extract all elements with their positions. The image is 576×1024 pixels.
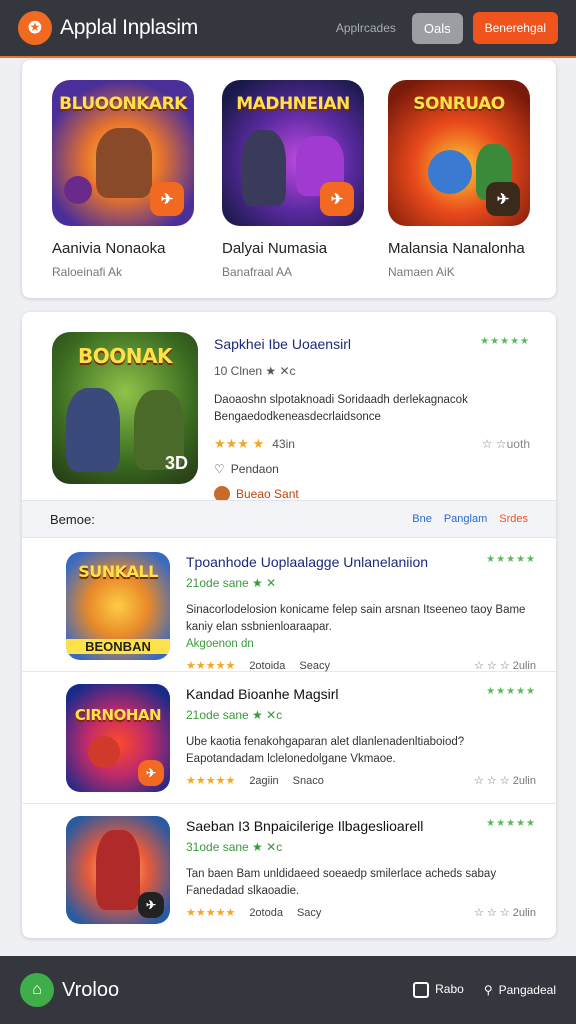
row-meta: 21ode sane ★ ✕c <box>186 708 283 722</box>
section-link-3[interactable]: Srdes <box>499 513 528 525</box>
spotlight-rating-stars: ★★★★★ <box>480 336 530 347</box>
row-right[interactable]: ☆ ☆ ☆ 2ulin <box>474 659 536 672</box>
app-tile-image[interactable]: MADHNEIAN ✈ <box>222 80 364 226</box>
spotlight-tile-image[interactable]: BOONAK 3D <box>52 332 198 484</box>
list-item[interactable]: SUNKALL BEONBAN Tpoanhode Uoplaalagge Un… <box>22 540 556 672</box>
tile-title: MADHNEIAN <box>236 94 350 114</box>
footer-title: Vroloo <box>62 978 120 1001</box>
footer-link-1[interactable]: Rabo <box>413 982 464 998</box>
spotlight-meta: 10 Clnen ★ ✕c <box>214 364 296 378</box>
hero-figure <box>88 736 120 768</box>
app-list-card: BOONAK 3D Sapkhei Ibe Uoaensirl ★★★★★ 10… <box>22 312 556 938</box>
featured-app-sub: Raloeinafi Ak <box>52 265 123 279</box>
tile-bottom-label: BEONBAN <box>66 639 170 654</box>
row-meta: 21ode sane ★ ✕ <box>186 576 277 590</box>
spotlight-author[interactable]: Bueao Sant <box>236 487 299 501</box>
hero-figure <box>96 830 140 910</box>
hero-figure <box>66 388 120 472</box>
row-count: 2otoda <box>249 906 283 919</box>
featured-app[interactable]: BLUOONKARK ✈ Aanivia Nonaoka Raloeinafi … <box>52 80 202 279</box>
bottom-bar: ⌂ Vroloo Rabo ⚲ Pangadeal <box>0 956 576 1024</box>
hero-figure <box>428 150 472 194</box>
row-description: Tan baen Bam unldidaeed soeaedp smilerla… <box>186 868 497 897</box>
app-tile-image[interactable]: CIRNOHAN ✈ <box>66 684 170 792</box>
section-header: Bemoe: Bne Panglam Srdes <box>22 500 556 538</box>
row-rating: ★★★★★ <box>186 660 236 672</box>
hero-figure <box>242 130 286 206</box>
tile-title: CIRNOHAN <box>74 706 162 724</box>
row-right[interactable]: ☆ ☆ ☆ 2ulin <box>474 906 536 919</box>
spotlight-comment-label[interactable]: Pendaon <box>231 462 279 476</box>
list-item[interactable]: ✈ Saeban I3 Bnpaicilerige Ilbageslioarel… <box>22 804 556 936</box>
search-icon: ⚲ <box>483 983 493 997</box>
row-description: Ube kaotia fenakohgaparan alet dlanlenad… <box>186 736 465 765</box>
row-title[interactable]: Tpoanhode Uoplaalagge Unlanelaniion <box>186 554 428 570</box>
featured-card: BLUOONKARK ✈ Aanivia Nonaoka Raloeinafi … <box>22 60 556 298</box>
app-badge-icon: ✈ <box>138 760 164 786</box>
row-stars: ★★★★★ <box>486 686 536 697</box>
row-tag: Akgoenon dn <box>186 638 254 650</box>
heart-icon[interactable]: ♡ <box>214 462 225 476</box>
tile-title: SONRUAO <box>413 94 505 114</box>
row-extra: Sacy <box>296 906 322 919</box>
app-title: Applal Inplasim <box>60 16 198 39</box>
spotlight-user-rating: ★★★ ★ <box>214 436 265 451</box>
spotlight-title[interactable]: Sapkhei Ibe Uoaensirl <box>214 336 351 352</box>
row-stars: ★★★★★ <box>486 554 536 565</box>
app-tile-image[interactable]: ✈ <box>66 816 170 924</box>
home-icon[interactable]: ⌂ <box>20 973 54 1007</box>
header-actions: Applrcades Oals Benerehgal <box>336 12 558 44</box>
hero-figure <box>64 176 92 204</box>
section-link-2[interactable]: Panglam <box>444 513 487 525</box>
top-bar: ✪ Applal Inplasim Applrcades Oals Benere… <box>0 0 576 58</box>
row-info: Saeban I3 Bnpaicilerige Ilbageslioarell … <box>186 818 536 919</box>
header-cta-button[interactable]: Benerehgal <box>472 12 558 44</box>
app-tile-image[interactable]: SUNKALL BEONBAN <box>66 552 170 660</box>
row-info: Tpoanhode Uoplaalagge Unlanelaniion ★★★★… <box>186 554 536 672</box>
row-meta: 31ode sane ★ ✕c <box>186 840 283 854</box>
row-extra: Snaco <box>292 774 324 787</box>
featured-app-name: Dalyai Numasia <box>222 240 328 257</box>
tile-title: BLUOONKARK <box>59 94 187 114</box>
spotlight-info: Sapkhei Ibe Uoaensirl ★★★★★ 10 Clnen ★ ✕… <box>214 336 530 502</box>
spotlight-right-label[interactable]: ☆ ☆uoth <box>482 437 530 451</box>
featured-app-name: Malansia Nanalonha <box>388 240 525 257</box>
app-badge-icon: ✈ <box>150 182 184 216</box>
featured-app-sub: Banafraal AA <box>222 265 293 279</box>
featured-app-sub: Namaen AiK <box>388 265 455 279</box>
row-rating: ★★★★★ <box>186 775 236 787</box>
featured-app-name: Aanivia Nonaoka <box>52 240 166 257</box>
app-tile-image[interactable]: SONRUAO ✈ <box>388 80 530 226</box>
app-badge-icon: ✈ <box>320 182 354 216</box>
featured-app[interactable]: SONRUAO ✈ Malansia Nanalonha Namaen AiK <box>388 80 538 279</box>
section-label: Bemoe: <box>50 511 95 527</box>
list-item[interactable]: CIRNOHAN ✈ Kandad Bioanhe Magsirl ★★★★★ … <box>22 672 556 804</box>
row-description: Sinacorlodelosion konicame felep sain ar… <box>186 604 526 633</box>
row-extra: Seacy <box>299 659 330 672</box>
row-rating: ★★★★★ <box>186 907 236 919</box>
row-title[interactable]: Kandad Bioanhe Magsirl <box>186 686 339 702</box>
row-stars: ★★★★★ <box>486 818 536 829</box>
square-icon <box>413 982 430 998</box>
spotlight-description: Daoaoshn slpotaknoadi Soridaadh derlekag… <box>214 394 468 423</box>
row-count: 2otoida <box>249 659 286 672</box>
app-logo[interactable]: ✪ <box>18 11 52 45</box>
tile-title: BOONAK <box>78 344 172 368</box>
tile-title: SUNKALL <box>78 562 158 581</box>
tile-corner-label: 3D <box>164 453 188 473</box>
row-title[interactable]: Saeban I3 Bnpaicilerige Ilbageslioarell <box>186 818 423 834</box>
footer-link-2[interactable]: ⚲ Pangadeal <box>484 983 556 997</box>
app-badge-icon: ✈ <box>138 892 164 918</box>
row-right[interactable]: ☆ ☆ ☆ 2ulin <box>474 774 536 787</box>
app-tile-image[interactable]: BLUOONKARK ✈ <box>52 80 194 226</box>
featured-app[interactable]: MADHNEIAN ✈ Dalyai Numasia Banafraal AA <box>222 80 372 279</box>
row-info: Kandad Bioanhe Magsirl ★★★★★ 21ode sane … <box>186 686 536 787</box>
app-badge-icon: ✈ <box>486 182 520 216</box>
spotlight-rating-count: 43in <box>272 437 295 451</box>
row-count: 2agiin <box>249 774 279 787</box>
header-grey-button[interactable]: Oals <box>411 12 463 44</box>
hero-figure <box>96 128 152 198</box>
header-link[interactable]: Applrcades <box>336 21 396 35</box>
section-link-1[interactable]: Bne <box>412 513 432 525</box>
